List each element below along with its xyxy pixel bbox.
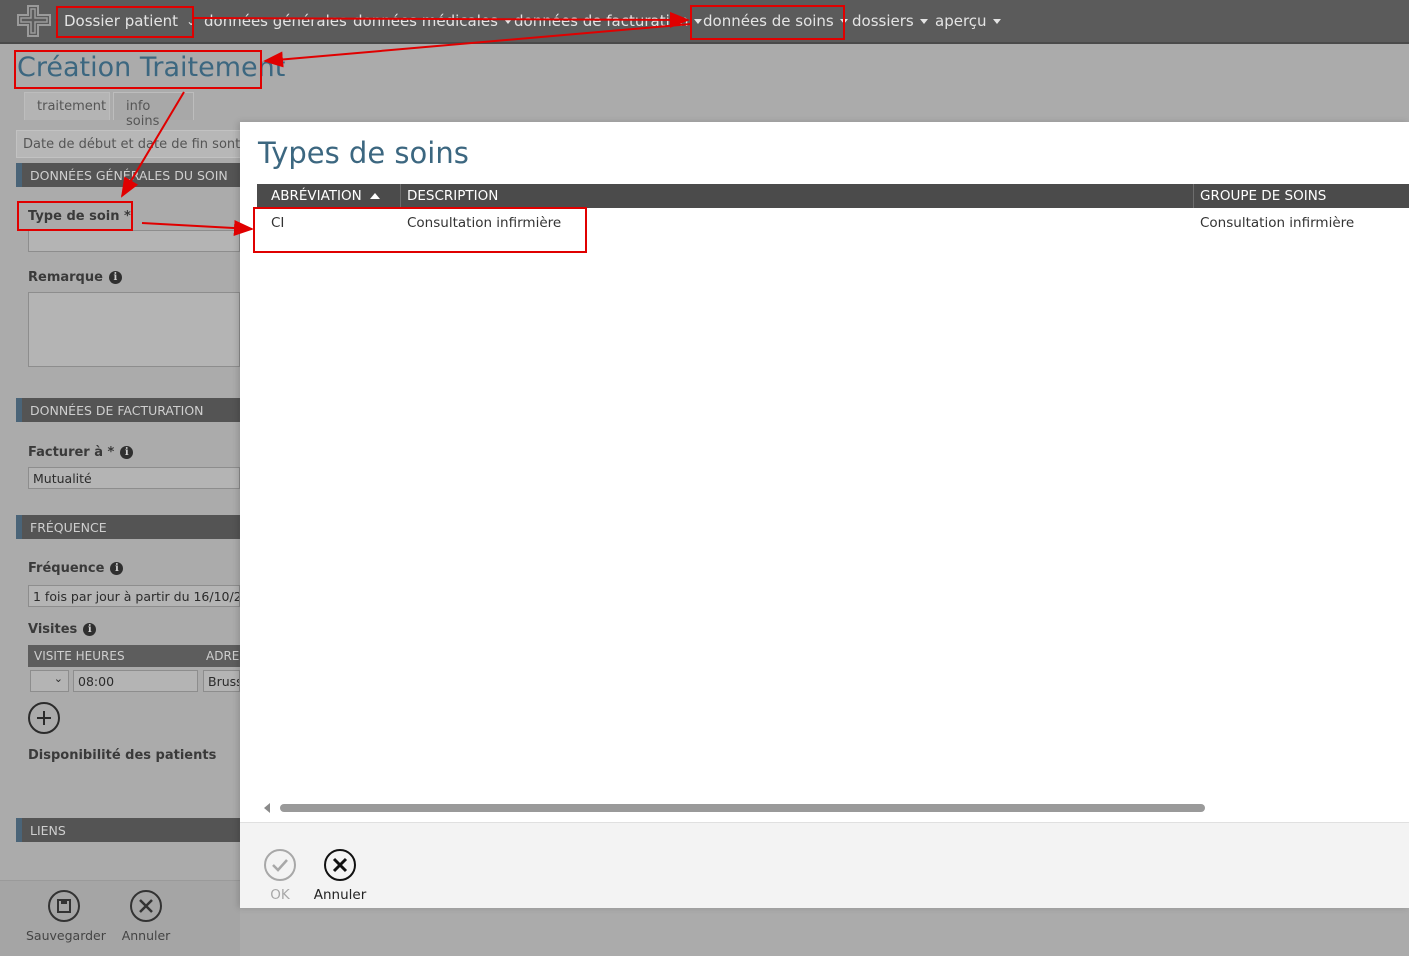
info-icon[interactable]: i (83, 623, 97, 636)
annotation-box (56, 6, 194, 38)
tab-traitement[interactable]: traitement (24, 92, 110, 120)
annotation-box (253, 207, 587, 253)
disponibilite-label-text: Disponibilité des patients (28, 748, 217, 763)
cancel-button[interactable]: Annuler (118, 890, 174, 943)
nav-donnees-medicales-label: données médicales (353, 12, 498, 30)
column-groupe-de-soins[interactable]: GROUPE DE SOINS (1200, 188, 1326, 204)
disponibilite-label: Disponibilité des patients (28, 748, 216, 763)
visits-table-header: VISITE HEURES ADRE (28, 645, 246, 667)
facturer-a-label: Facturer à * i (28, 445, 134, 460)
grid-header: ABRÉVIATION DESCRIPTION GROUPE DE SOINS (257, 184, 1409, 208)
nav-donnees-facturation-label: données de facturation (514, 12, 689, 30)
visit-address-select[interactable]: Bruss (203, 670, 240, 692)
info-message: Date de début et date de fin sont les m (16, 130, 246, 158)
app-logo-icon[interactable] (16, 4, 54, 38)
remarque-label: Remarque i (28, 270, 122, 285)
ok-label: OK (270, 887, 290, 903)
visits-header-label: VISITE HEURES (34, 649, 125, 663)
cell-groupe: Consultation infirmière (1200, 215, 1355, 231)
visit-select[interactable]: ⌄ (30, 670, 69, 692)
remarque-label-text: Remarque (28, 270, 103, 285)
column-abbreviation[interactable]: ABRÉVIATION (271, 188, 380, 204)
column-description-label: DESCRIPTION (407, 188, 499, 204)
info-icon[interactable]: i (110, 562, 124, 575)
modal-cancel-button[interactable]: Annuler (312, 849, 368, 903)
tab-info-soins[interactable]: info soins (113, 92, 194, 129)
frequence-label-text: Fréquence (28, 561, 105, 576)
checkmark-icon (264, 849, 296, 881)
nav-donnees-generales[interactable]: données générales (204, 12, 347, 30)
caret-down-icon (919, 18, 928, 24)
nav-donnees-facturation[interactable]: données de facturation (514, 12, 703, 30)
scroll-left-icon[interactable] (264, 803, 270, 813)
sort-ascending-icon (369, 193, 380, 199)
annotation-box (17, 201, 133, 231)
close-icon (324, 849, 356, 881)
nav-dossiers[interactable]: dossiers (852, 12, 928, 30)
info-icon[interactable]: i (120, 446, 134, 459)
modal-cancel-label: Annuler (313, 887, 367, 903)
frequence-input[interactable]: 1 fois par jour à partir du 16/10/2024 (28, 585, 240, 607)
column-abbreviation-label: ABRÉVIATION (271, 188, 362, 204)
ok-button[interactable]: OK (260, 849, 300, 903)
column-separator (400, 184, 401, 208)
modal-title: Types de soins (258, 136, 469, 170)
column-description[interactable]: DESCRIPTION (407, 188, 498, 204)
page-footer: Sauvegarder Annuler (0, 880, 240, 956)
visits-header-address: ADRE (206, 649, 240, 663)
scrollbar-thumb[interactable] (280, 804, 1205, 812)
remarque-textarea[interactable] (28, 292, 240, 367)
section-billing: DONNÉES DE FACTURATION (16, 398, 246, 422)
nav-apercu-label: aperçu (935, 12, 987, 30)
section-frequency: FRÉQUENCE (16, 515, 246, 539)
cancel-label: Annuler (121, 928, 171, 943)
section-general: DONNÉES GÉNÉRALES DU SOIN (16, 163, 246, 187)
facturer-a-select[interactable]: Mutualité (28, 467, 240, 489)
save-button[interactable]: Sauvegarder (26, 890, 106, 943)
info-icon[interactable]: i (108, 271, 122, 284)
column-groupe-label: GROUPE DE SOINS (1200, 188, 1327, 204)
nav-apercu[interactable]: aperçu (935, 12, 1001, 30)
annotation-box (14, 50, 262, 89)
chevron-down-icon: ⌄ (53, 672, 63, 685)
facturer-a-label-text: Facturer à * (28, 445, 115, 460)
annotation-box (690, 5, 845, 40)
nav-donnees-medicales[interactable]: données médicales (353, 12, 512, 30)
modal-footer: OK Annuler (240, 822, 1409, 908)
visites-label-text: Visites (28, 622, 78, 637)
nav-donnees-generales-label: données générales (204, 12, 347, 30)
add-visit-icon[interactable] (28, 702, 60, 734)
caret-down-icon (503, 18, 512, 24)
visites-label: Visites i (28, 622, 97, 637)
horizontal-scrollbar[interactable] (264, 802, 1409, 814)
save-icon (48, 890, 80, 922)
visit-time-input[interactable]: 08:00 (73, 670, 198, 692)
close-icon (130, 890, 162, 922)
type-de-soin-input[interactable] (28, 230, 240, 252)
caret-down-icon (992, 18, 1001, 24)
save-label: Sauvegarder (26, 928, 106, 943)
nav-dossiers-label: dossiers (852, 12, 914, 30)
column-separator (1193, 184, 1194, 208)
frequence-label: Fréquence i (28, 561, 124, 576)
section-links: LIENS (16, 818, 246, 842)
